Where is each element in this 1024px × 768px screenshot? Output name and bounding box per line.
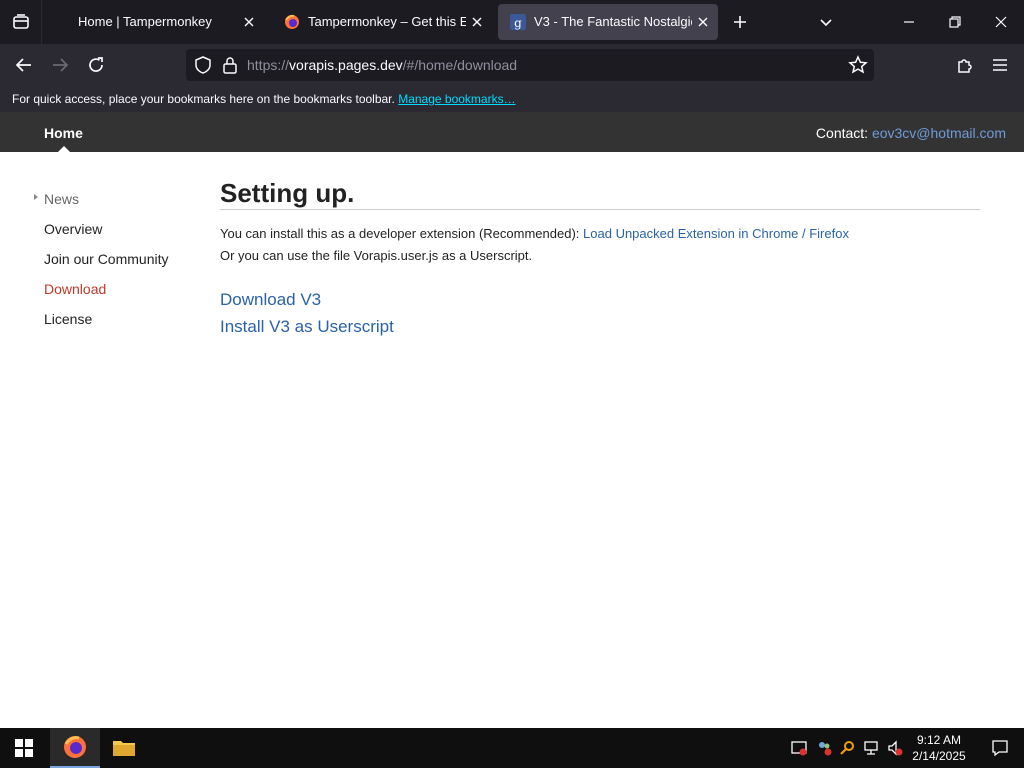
tab-title: Tampermonkey – Get this Extension for Fi… xyxy=(308,14,466,29)
svg-text:g: g xyxy=(514,16,522,30)
sidebar-item-news[interactable]: News xyxy=(44,191,79,207)
bookmarks-hint-text: For quick access, place your bookmarks h… xyxy=(12,92,395,106)
title-divider xyxy=(220,209,980,210)
tab-strip: Home | Tampermonkey Tampermonkey – Get t… xyxy=(0,0,1024,44)
active-nav-caret xyxy=(58,146,70,152)
new-tab-button[interactable] xyxy=(728,10,752,34)
load-unpacked-link[interactable]: Load Unpacked Extension in Chrome / Fire… xyxy=(583,226,849,241)
close-icon xyxy=(995,16,1007,28)
reload-button[interactable] xyxy=(81,50,111,80)
bookmarks-toolbar: For quick access, place your bookmarks h… xyxy=(0,86,1024,112)
notification-center-button[interactable] xyxy=(976,728,1024,768)
hamburger-menu-icon xyxy=(993,59,1007,71)
extensions-button[interactable] xyxy=(950,50,980,80)
system-clock[interactable]: 9:12 AM 2/14/2025 xyxy=(906,732,972,764)
url-path: /#/home/download xyxy=(402,57,518,73)
windows-logo-icon xyxy=(15,739,33,757)
url-text[interactable]: https://vorapis.pages.dev/#/home/downloa… xyxy=(247,57,517,73)
download-v3-link[interactable]: Download V3 xyxy=(220,290,321,310)
tracking-protection-shield-icon[interactable] xyxy=(194,56,212,74)
tab-title: Home | Tampermonkey xyxy=(78,14,212,29)
tab-list-icon xyxy=(12,14,29,29)
minimize-icon xyxy=(904,21,914,23)
taskbar-firefox[interactable] xyxy=(50,728,100,768)
install-userscript-link[interactable]: Install V3 as Userscript xyxy=(220,317,394,337)
install-text: You can install this as a developer exte… xyxy=(220,226,580,241)
search-key-icon[interactable] xyxy=(838,739,856,757)
sidebar-item-license[interactable]: License xyxy=(44,311,92,327)
nav-toolbar: https://vorapis.pages.dev/#/home/downloa… xyxy=(0,44,1024,86)
site-header: Home Contact: eov3cv@hotmail.com xyxy=(0,112,1024,152)
tab-tampermonkey-firefox[interactable]: Tampermonkey – Get this Extension for Fi… xyxy=(272,4,492,40)
restore-icon xyxy=(949,16,961,28)
users-icon[interactable] xyxy=(815,739,833,757)
security-center-icon[interactable] xyxy=(790,739,808,757)
network-icon[interactable] xyxy=(862,739,880,757)
contact-email-link[interactable]: eov3cv@hotmail.com xyxy=(872,125,1006,141)
nav-home-link[interactable]: Home xyxy=(44,125,83,141)
reload-icon xyxy=(89,57,103,72)
taskbar-file-explorer[interactable] xyxy=(99,728,149,768)
tab-close-icon[interactable] xyxy=(468,13,486,31)
restore-button[interactable] xyxy=(932,0,978,44)
arrow-left-icon xyxy=(15,58,31,72)
page-title: Setting up. xyxy=(220,178,355,208)
start-button[interactable] xyxy=(0,728,48,768)
clock-date: 2/14/2025 xyxy=(912,749,966,763)
url-host: vorapis.pages.dev xyxy=(289,57,403,73)
v3-favicon-icon: g xyxy=(510,14,526,30)
contact-label: Contact: xyxy=(815,125,869,141)
tab-close-icon[interactable] xyxy=(694,13,712,31)
list-all-tabs-button[interactable] xyxy=(814,10,838,34)
news-bullet-icon xyxy=(34,194,38,200)
contact-info: Contact: eov3cv@hotmail.com xyxy=(816,125,1006,141)
arrow-right-icon xyxy=(53,58,69,72)
app-menu-button[interactable] xyxy=(985,50,1015,80)
install-instructions: You can install this as a developer exte… xyxy=(220,226,849,241)
tab-list-button[interactable] xyxy=(0,0,42,44)
sidebar-item-download[interactable]: Download xyxy=(44,281,106,297)
forward-button[interactable] xyxy=(45,50,75,80)
clock-time: 9:12 AM xyxy=(916,733,962,747)
tab-title: V3 - The Fantastic Nostalgic YouTube Lay… xyxy=(534,14,692,29)
url-scheme: https:// xyxy=(247,57,290,73)
tab-close-icon[interactable] xyxy=(240,13,258,31)
notification-icon xyxy=(992,740,1008,757)
lock-icon[interactable] xyxy=(222,56,238,74)
sidebar-item-community[interactable]: Join our Community xyxy=(44,251,169,267)
sidebar-item-overview[interactable]: Overview xyxy=(44,221,102,237)
chevron-down-icon xyxy=(820,19,832,27)
puzzle-icon xyxy=(958,59,972,73)
bookmark-star-icon[interactable] xyxy=(848,55,868,75)
firefox-icon xyxy=(64,736,86,758)
minimize-button[interactable] xyxy=(886,0,932,44)
back-button[interactable] xyxy=(9,50,39,80)
userscript-instructions: Or you can use the file Vorapis.user.js … xyxy=(220,248,533,263)
manage-bookmarks-link[interactable]: Manage bookmarks… xyxy=(398,92,515,106)
plus-icon xyxy=(734,16,746,28)
taskbar: 9:12 AM 2/14/2025 xyxy=(0,728,1024,768)
tab-v3-layout[interactable]: g V3 - The Fantastic Nostalgic YouTube L… xyxy=(498,4,718,40)
folder-icon xyxy=(113,741,135,756)
close-window-button[interactable] xyxy=(978,0,1024,44)
url-bar[interactable]: https://vorapis.pages.dev/#/home/downloa… xyxy=(186,49,874,81)
volume-muted-icon[interactable] xyxy=(886,739,904,757)
firefox-favicon-icon xyxy=(284,14,300,30)
tab-tampermonkey-home[interactable]: Home | Tampermonkey xyxy=(48,4,264,40)
